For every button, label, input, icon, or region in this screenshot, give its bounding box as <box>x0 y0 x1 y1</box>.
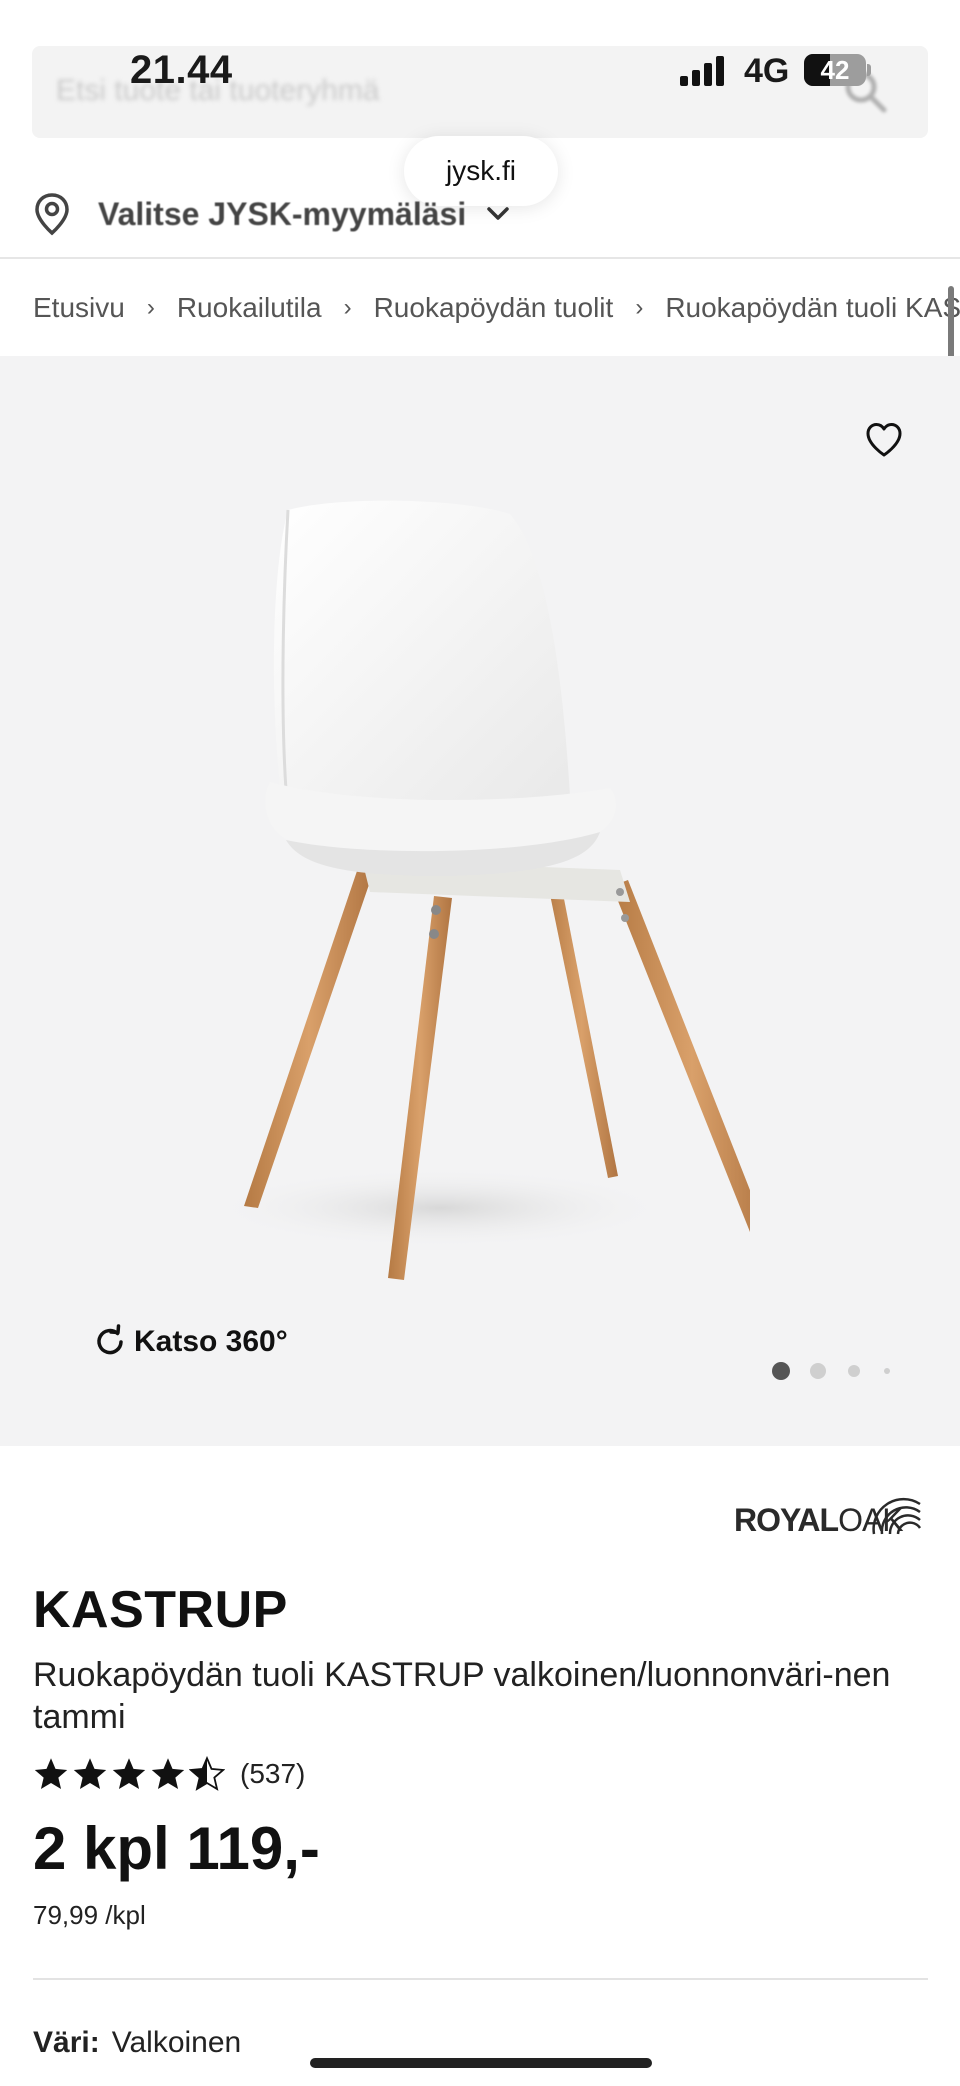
product-title: KASTRUP <box>33 1581 288 1639</box>
star-full-icon <box>112 1758 146 1789</box>
color-selector[interactable]: Väri: Valkoinen <box>33 2026 241 2060</box>
breadcrumb-separator: › <box>635 294 644 321</box>
breadcrumb-separator: › <box>343 294 352 321</box>
chevron-down-icon <box>487 207 509 220</box>
star-half-icon <box>189 1756 225 1791</box>
product-price: 2 kpl 119,- <box>33 1815 320 1882</box>
star-full-icon <box>73 1758 107 1789</box>
color-value: Valkoinen <box>111 2026 242 2059</box>
star-full-icon <box>34 1758 68 1789</box>
breadcrumb-item-current[interactable]: Ruokapöydän tuoli KAS <box>665 292 960 324</box>
view-360-button[interactable]: Katso 360° <box>92 1322 288 1362</box>
product-description: Ruokapöydän tuoli KASTRUP valkoinen/luon… <box>33 1656 891 1736</box>
section-divider <box>33 1978 928 1980</box>
cellular-signal-icon <box>680 56 724 86</box>
rotate-icon <box>97 1324 123 1355</box>
status-bar: Etsi tuote tai tuoteryhmä 21.44 4G 42 <box>0 0 960 140</box>
store-selector[interactable]: Valitse JYSK-myymäläsi <box>32 188 512 240</box>
gallery-pagination <box>772 1362 890 1380</box>
color-label: Väri: <box>33 2026 100 2059</box>
breadcrumb-item-dining[interactable]: Ruokailutila <box>177 292 322 324</box>
review-count[interactable]: (537) <box>240 1758 305 1790</box>
view-360-label: Katso 360° <box>134 1325 288 1358</box>
breadcrumb-item-home[interactable]: Etusivu <box>33 292 125 324</box>
product-rating[interactable]: (537) <box>33 1756 305 1792</box>
header-divider <box>0 257 960 259</box>
clock: 21.44 <box>130 48 233 92</box>
pagination-dot[interactable] <box>810 1363 826 1379</box>
pagination-dot[interactable] <box>848 1365 860 1377</box>
breadcrumb-separator: › <box>146 294 155 321</box>
network-type: 4G <box>744 52 790 90</box>
battery-level: 42 <box>820 55 850 85</box>
brand-arcs-icon <box>872 1497 922 1535</box>
star-full-icon <box>151 1758 185 1789</box>
store-selector-label: Valitse JYSK-myymäläsi <box>98 195 467 232</box>
unit-price: 79,99 /kpl <box>33 1900 146 1930</box>
home-indicator[interactable] <box>310 2058 652 2068</box>
battery-icon: 42 <box>804 54 871 86</box>
heart-icon[interactable] <box>864 420 904 460</box>
breadcrumb-item-dining-chairs[interactable]: Ruokapöydän tuolit <box>374 292 614 324</box>
breadcrumb: Etusivu › Ruokailutila › Ruokapöydän tuo… <box>33 286 960 330</box>
pagination-dot-active[interactable] <box>772 1362 790 1380</box>
pagination-dot[interactable] <box>884 1368 890 1374</box>
location-pin-icon <box>35 193 69 236</box>
brand-logo[interactable]: ROYALOAK <box>732 1482 928 1540</box>
product-image-chair <box>210 500 750 1280</box>
